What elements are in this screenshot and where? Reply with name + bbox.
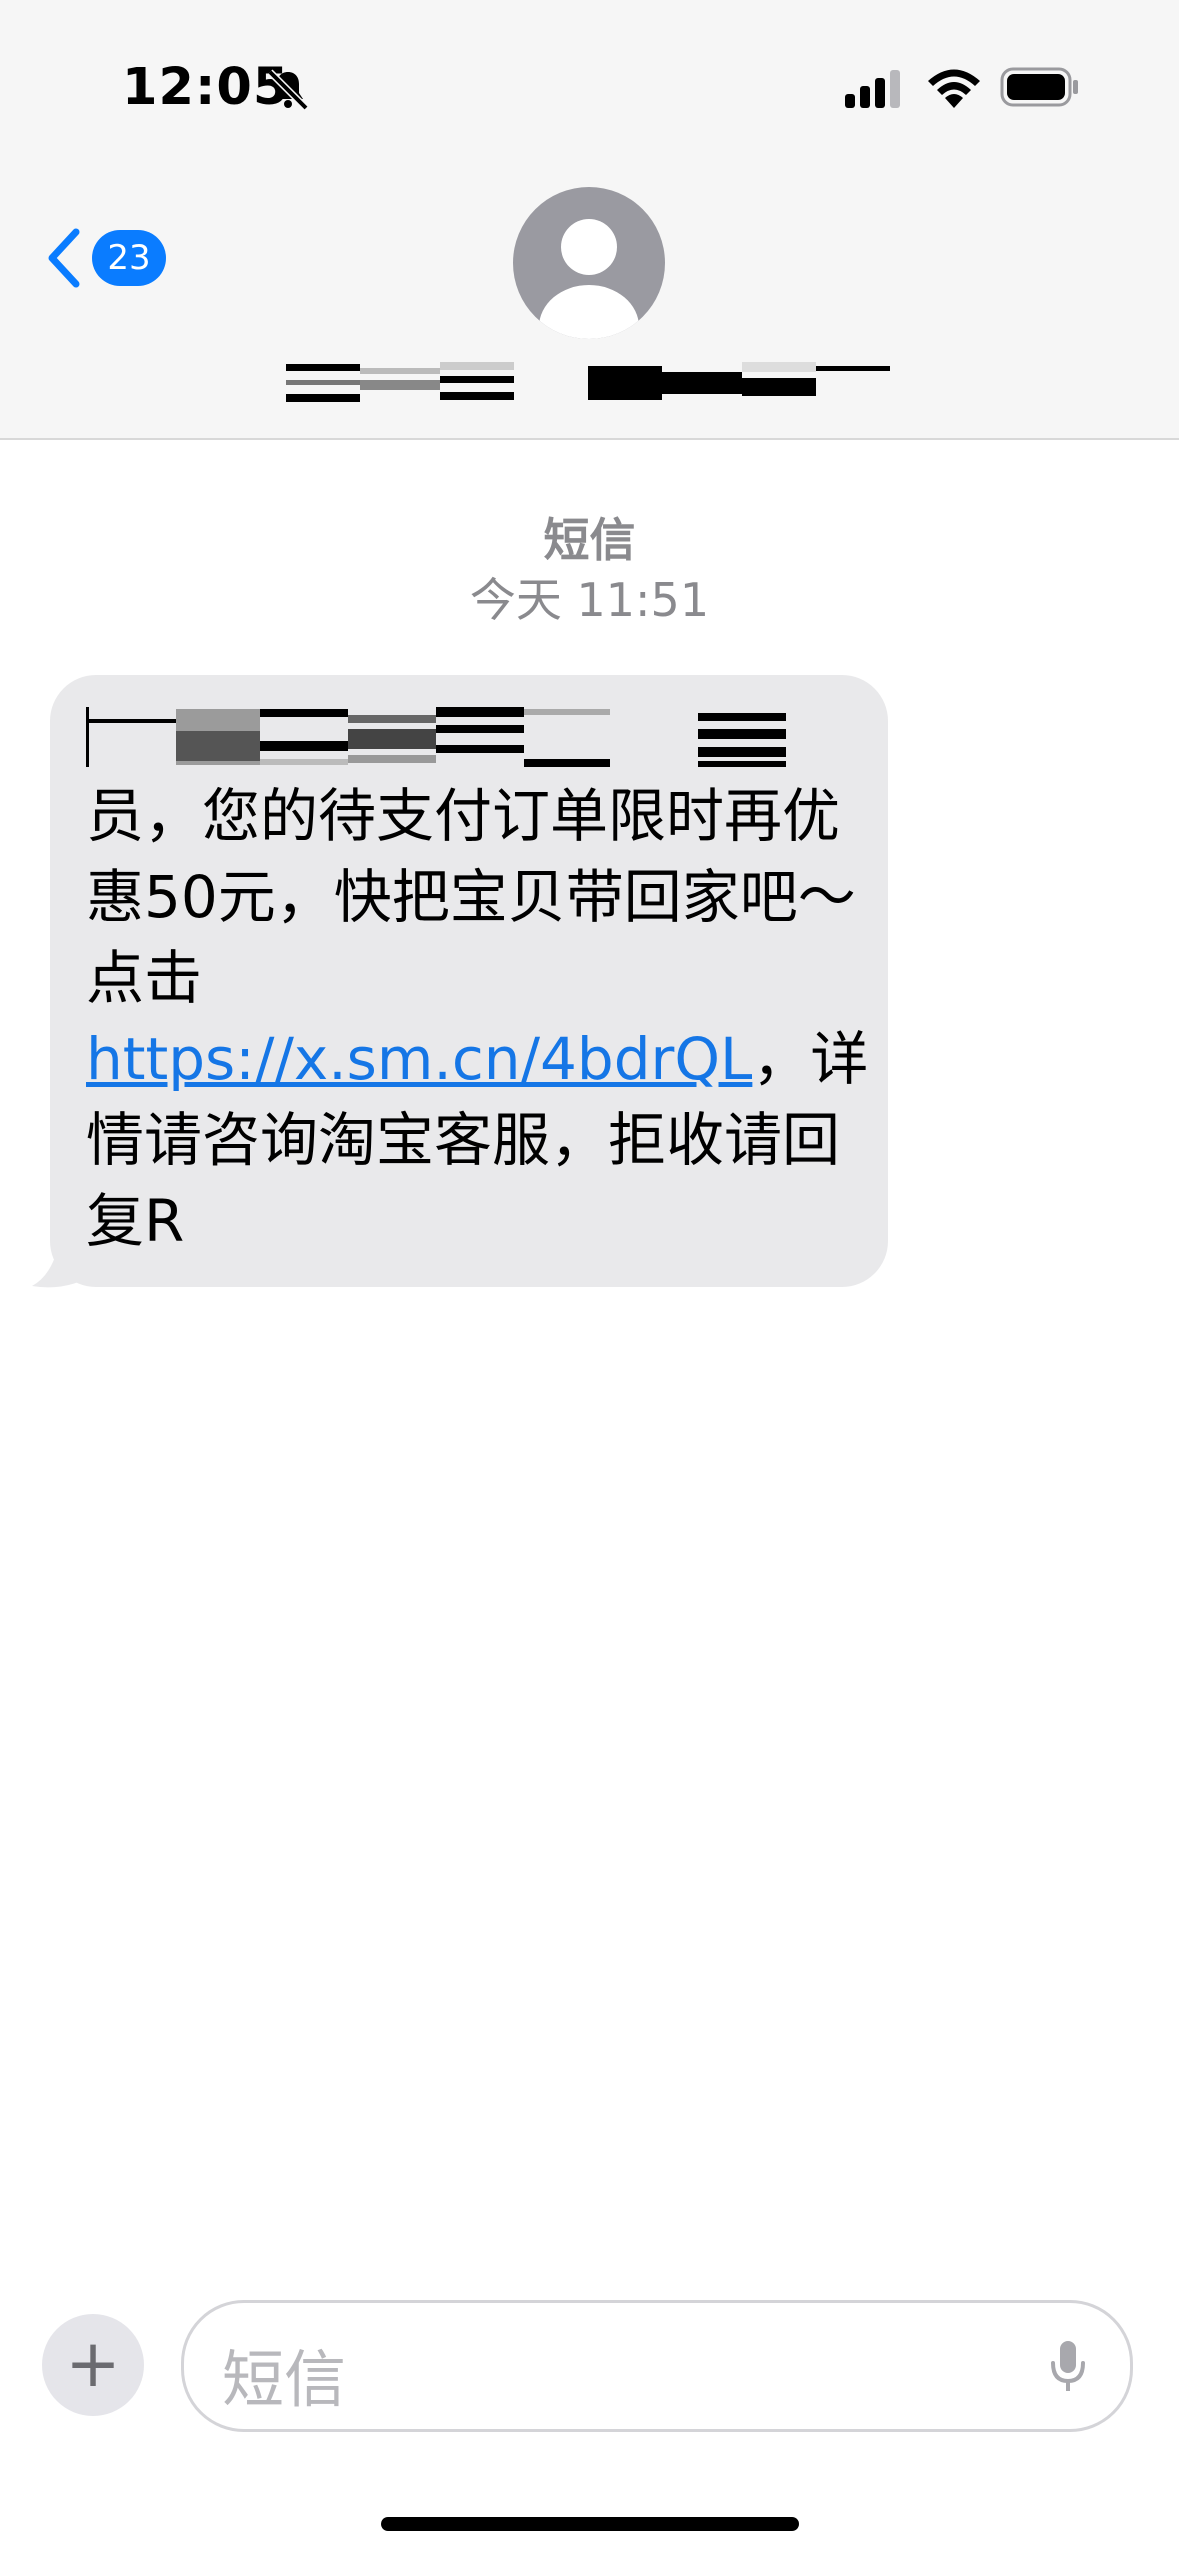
plus-icon: + bbox=[65, 2325, 121, 2402]
bell-slash-icon bbox=[267, 69, 309, 111]
contact-name-redacted[interactable] bbox=[286, 358, 890, 406]
home-indicator[interactable] bbox=[381, 2517, 799, 2531]
message-text: 员，您的待支付订单限时再优惠50元，快把宝贝带回家吧～点击 https://x.s… bbox=[86, 776, 876, 1262]
battery-icon bbox=[1000, 67, 1078, 107]
apps-plus-button[interactable]: + bbox=[42, 2314, 144, 2416]
redacted-sender-text bbox=[86, 707, 786, 767]
person-avatar-icon[interactable] bbox=[513, 187, 665, 339]
message-link[interactable]: https://x.sm.cn/4bdrQL bbox=[86, 1025, 752, 1093]
back-button[interactable]: 23 bbox=[44, 222, 174, 292]
message-timestamp: 今天 11:51 bbox=[469, 573, 710, 627]
cellular-signal-icon bbox=[845, 70, 900, 108]
service-label: 短信 bbox=[543, 513, 636, 567]
chevron-left-icon bbox=[48, 228, 80, 288]
message-input[interactable]: 短信 bbox=[181, 2300, 1133, 2432]
message-text-before-link: 员，您的待支付订单限时再优惠50元，快把宝贝带回家吧～点击 bbox=[86, 782, 856, 1012]
wifi-icon bbox=[928, 69, 980, 108]
conversation-header: 12:05 23 bbox=[0, 0, 1179, 440]
unread-count-badge: 23 bbox=[92, 230, 166, 286]
message-input-placeholder: 短信 bbox=[222, 2343, 347, 2416]
microphone-icon[interactable] bbox=[1048, 2339, 1088, 2395]
